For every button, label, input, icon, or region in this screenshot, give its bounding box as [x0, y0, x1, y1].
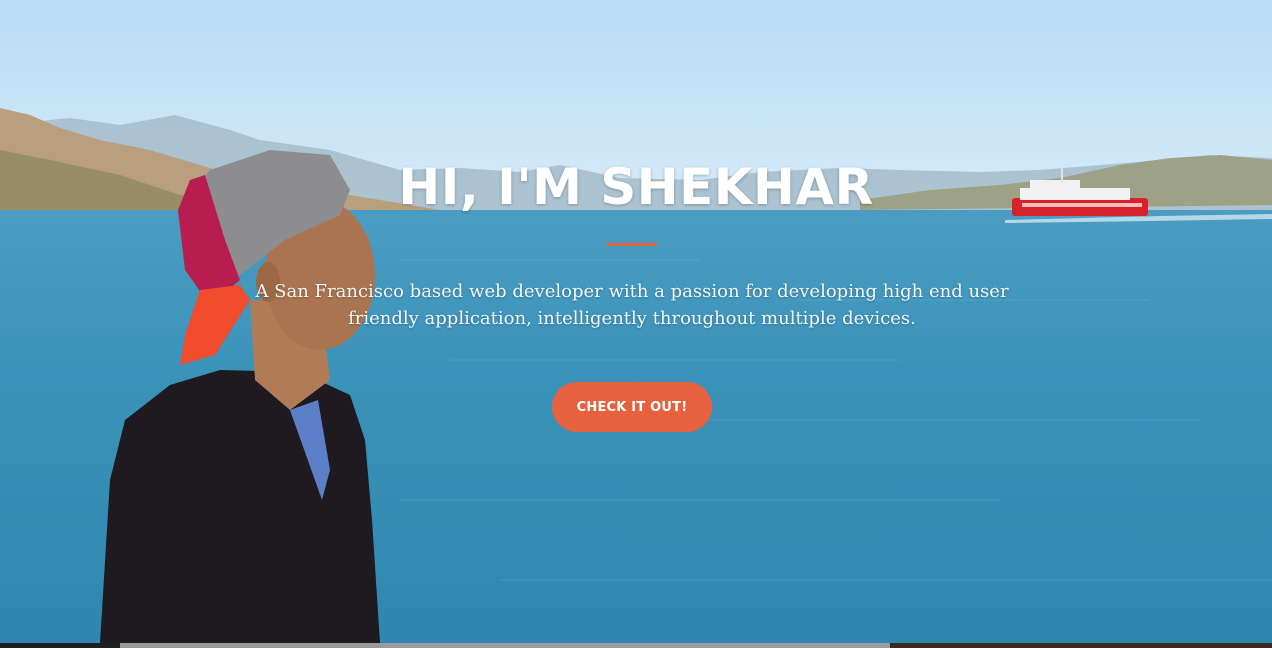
- hero-title: HI, I'M SHEKHAR: [398, 158, 874, 216]
- next-section-edge: [0, 643, 1272, 648]
- hero-section: HI, I'M SHEKHAR A San Francisco based we…: [0, 0, 1272, 648]
- hero-subtitle: A San Francisco based web developer with…: [255, 281, 1009, 329]
- title-divider: [607, 243, 657, 246]
- check-it-out-button[interactable]: CHECK IT OUT!: [552, 382, 712, 432]
